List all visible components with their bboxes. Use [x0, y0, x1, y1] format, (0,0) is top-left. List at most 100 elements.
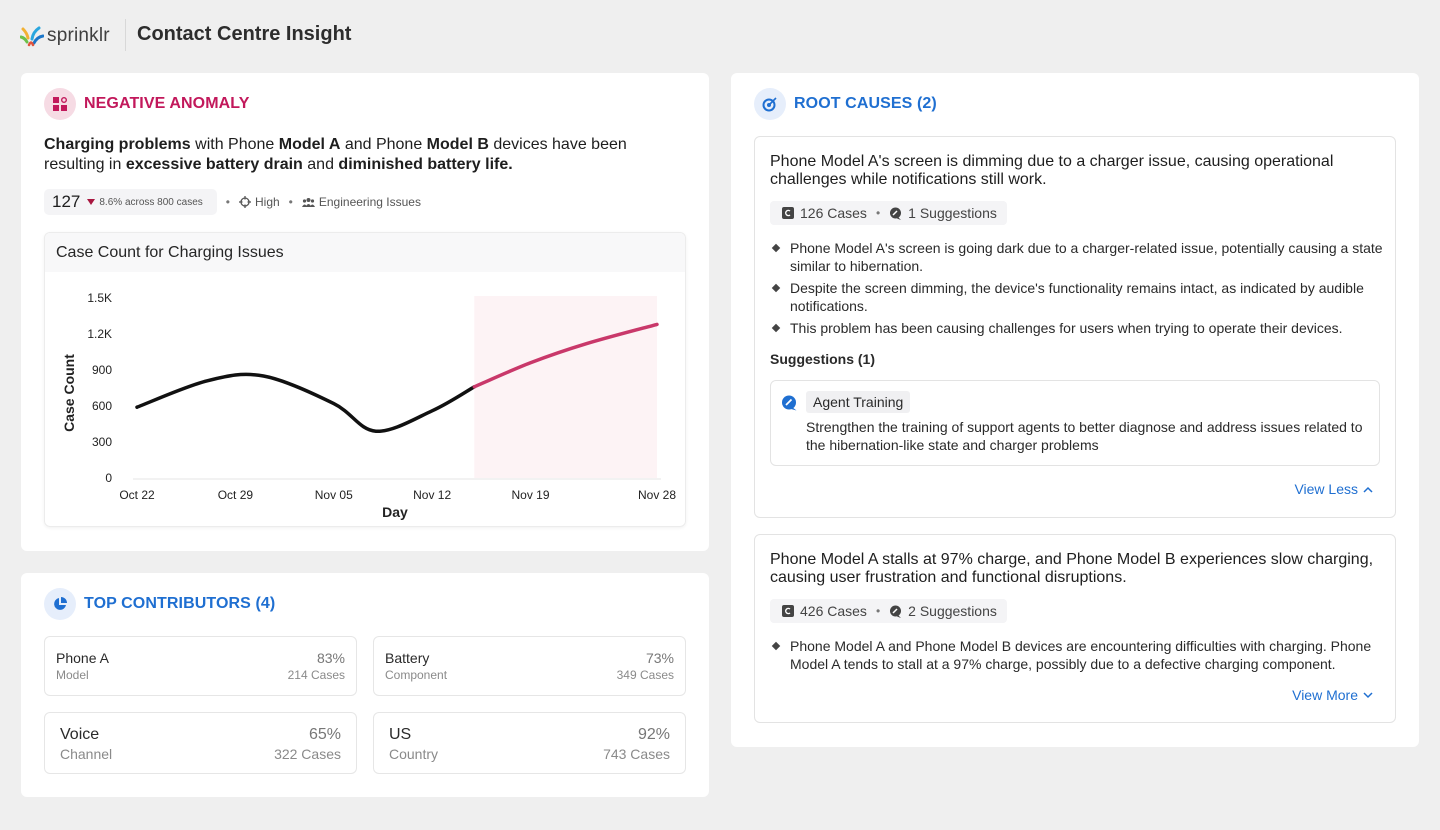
root-cause-meta: 126 Cases • 1 Suggestions	[770, 201, 1007, 225]
suggestion-count: 1 Suggestions	[908, 205, 997, 221]
contributor-name: US	[389, 726, 412, 743]
root-causes-panel: ROOT CAUSES (2) Phone Model A's screen i…	[731, 73, 1419, 747]
case-count: 126 Cases	[800, 205, 867, 221]
chevron-up-icon	[1363, 486, 1373, 493]
trend-down-icon	[87, 199, 96, 205]
chart-title: Case Count for Charging Issues	[45, 233, 685, 272]
root-cause-bullets: Phone Model A and Phone Model B devices …	[770, 637, 1385, 677]
suggestion-icon	[890, 207, 902, 220]
contributor-card[interactable]: Voice Channel 65% 322 Cases	[44, 712, 357, 774]
sprinklr-logo-icon	[20, 26, 44, 47]
separator-dot: •	[225, 195, 230, 209]
header-divider	[125, 19, 126, 51]
summary-segment: and Phone	[340, 136, 427, 153]
x-tick-label: Nov 12	[413, 488, 451, 502]
bullet-item: Despite the screen dimming, the device's…	[770, 279, 1385, 315]
suggestion-card: Agent Training Strengthen the training o…	[770, 380, 1380, 466]
contributor-percent: 92%	[637, 726, 670, 743]
contributor-card[interactable]: US Country 92% 743 Cases	[373, 712, 686, 774]
y-tick-label: 600	[92, 399, 112, 413]
contributor-name: Battery	[385, 650, 430, 666]
suggestion-bulb-icon	[782, 395, 797, 411]
case-icon	[782, 605, 794, 617]
contributor-percent: 65%	[308, 726, 341, 743]
contributor-type: Channel	[60, 746, 113, 762]
contributor-name: Phone A	[56, 650, 109, 666]
category-label: Engineering Issues	[318, 195, 421, 209]
x-axis-label: Day	[382, 504, 408, 520]
summary-segment: diminished battery life.	[338, 156, 513, 173]
x-tick-label: Nov 19	[511, 488, 549, 502]
x-tick-label: Nov 05	[315, 488, 353, 502]
root-cause-title: Phone Model A stalls at 97% charge, and …	[770, 551, 1374, 586]
summary-segment: Model B	[426, 136, 489, 153]
suggestion-count: 2 Suggestions	[908, 603, 997, 619]
line-chart: 0 300 600 900 1.2K 1.5K Oct 22 Oct 29 Nov 05 Nov …	[61, 291, 676, 520]
target-icon	[754, 88, 786, 120]
pie-chart-icon	[44, 588, 76, 620]
summary-segment: Charging problems	[44, 136, 191, 153]
contributor-name: Voice	[60, 726, 100, 743]
root-cause-meta: 426 Cases • 2 Suggestions	[770, 599, 1007, 623]
case-change: 8.6% across 800 cases	[99, 196, 203, 208]
contributor-type: Country	[389, 746, 439, 762]
negative-anomaly-panel: NEGATIVE ANOMALY Charging problems with …	[21, 73, 709, 551]
root-cause-card: Phone Model A's screen is dimming due to…	[754, 136, 1396, 518]
anomaly-icon	[44, 88, 76, 120]
y-tick-label: 1.2K	[87, 327, 112, 341]
contributor-percent: 83%	[316, 650, 345, 666]
contributor-card[interactable]: Battery Component 73% 349 Cases	[373, 636, 686, 696]
brand-name: sprinklr	[47, 25, 110, 46]
case-icon	[782, 207, 794, 219]
y-tick-label: 1.5K	[87, 291, 112, 305]
summary-segment: and	[302, 156, 339, 173]
priority-label: High	[254, 195, 280, 209]
summary-segment: with Phone	[190, 136, 279, 153]
separator-dot: •	[288, 195, 293, 209]
contributor-cases: 349 Cases	[616, 668, 674, 682]
contributor-cases: 214 Cases	[287, 668, 345, 682]
separator-dot: •	[875, 206, 881, 220]
x-tick-label: Nov 28	[638, 488, 676, 502]
case-count-chart: Case Count for Charging Issues 0 300 600 90…	[44, 232, 686, 527]
contributor-type: Model	[56, 668, 89, 682]
root-causes-title: ROOT CAUSES (2)	[794, 95, 937, 112]
x-tick-label: Oct 22	[119, 488, 155, 502]
chevron-down-icon	[1363, 691, 1373, 698]
root-cause-bullets: Phone Model A's screen is going dark due…	[770, 239, 1385, 341]
root-causes-header: ROOT CAUSES (2)	[754, 88, 937, 120]
suggestion-text: Strengthen the training of support agent…	[806, 419, 1363, 453]
crosshair-icon	[238, 196, 251, 208]
priority: High	[238, 195, 280, 209]
series-line-case-count	[135, 372, 477, 433]
case-count: 127	[52, 192, 81, 211]
root-cause-title: Phone Model A's screen is dimming due to…	[770, 153, 1334, 188]
contributor-card[interactable]: Phone A Model 83% 214 Cases	[44, 636, 357, 696]
suggestions-heading: Suggestions (1)	[770, 351, 876, 367]
top-bar: sprinklr Contact Centre Insight	[0, 0, 1440, 72]
bullet-item: Phone Model A and Phone Model B devices …	[770, 637, 1385, 673]
view-less-button[interactable]: View Less	[1294, 481, 1373, 497]
view-more-button[interactable]: View More	[1292, 687, 1373, 703]
contributor-percent: 73%	[645, 650, 674, 666]
contributor-cases: 322 Cases	[274, 746, 341, 762]
bullet-item: This problem has been causing challenges…	[770, 319, 1385, 337]
y-tick-label: 900	[92, 363, 112, 377]
suggestion-icon	[890, 605, 902, 618]
x-tick-label: Oct 29	[218, 488, 254, 502]
summary-segment: Model A	[278, 136, 341, 153]
y-tick-label: 300	[92, 435, 112, 449]
contributor-type: Component	[385, 668, 448, 682]
category: Engineering Issues	[301, 195, 421, 209]
sprinklr-logo[interactable]: sprinklr	[20, 24, 110, 48]
anomaly-header: NEGATIVE ANOMALY	[44, 88, 249, 120]
y-tick-label: 0	[105, 471, 112, 485]
anomaly-title: NEGATIVE ANOMALY	[84, 95, 250, 112]
contributor-cases: 743 Cases	[603, 746, 670, 762]
top-contributors-panel: TOP CONTRIBUTORS (4) Phone A Model 83% 2…	[21, 573, 709, 797]
summary-segment: excessive battery drain	[125, 156, 303, 173]
suggestion-tag: Agent Training	[806, 391, 911, 413]
case-count-pill: 127 8.6% across 800 cases	[44, 189, 217, 215]
anomaly-region	[474, 296, 657, 478]
page-title: Contact Centre Insight	[137, 23, 352, 45]
